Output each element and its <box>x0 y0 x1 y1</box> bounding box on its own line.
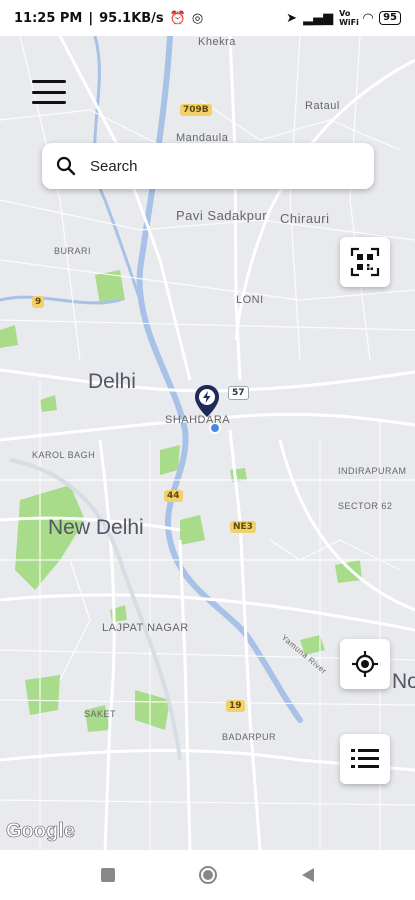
road-shield-ne3: NE3 <box>230 521 256 533</box>
map-label-badarpur: BADARPUR <box>222 732 277 742</box>
map-label-rataul: Rataul <box>305 100 340 112</box>
search-input[interactable] <box>88 156 352 176</box>
status-bar: 11:25 PM | 95.1KB/s ⏰ ◎ ➤ ▂▄▆ Vo WiFi ◠ … <box>0 0 415 36</box>
network-label: Vo WiFi <box>339 9 359 27</box>
circle-icon <box>198 866 217 884</box>
road-shield-9: 9 <box>32 296 45 308</box>
system-nav-bar <box>0 850 415 900</box>
map-label-loni: LONI <box>236 294 264 306</box>
road-shield-57: 57 <box>228 386 249 400</box>
map-label-lajpat-nagar: LAJPAT NAGAR <box>102 622 189 634</box>
status-speed: 95.1KB/s <box>99 10 164 26</box>
google-attribution: Google <box>6 820 75 843</box>
map-label-new-delhi: New Delhi <box>48 516 144 539</box>
my-location-icon <box>352 651 378 677</box>
my-location-button[interactable] <box>340 639 390 689</box>
map-label-burari: BURARI <box>54 246 92 256</box>
map-label-karol-bagh: KAROL BAGH <box>32 450 96 460</box>
road-shield-44: 44 <box>164 490 183 502</box>
alarm-icon: ⏰ <box>169 10 186 26</box>
whatsapp-icon: ◎ <box>191 10 204 26</box>
map-label-saket: SAKET <box>84 709 117 719</box>
map-label-khekra: Khekra <box>198 36 236 48</box>
qr-scan-icon <box>350 247 380 277</box>
search-icon <box>56 156 76 176</box>
map-label-delhi: Delhi <box>88 370 136 393</box>
map-label-sector62: SECTOR 62 <box>338 501 393 511</box>
hamburger-menu-icon[interactable] <box>32 80 66 104</box>
location-arrow-icon: ➤ <box>286 10 298 26</box>
back-button[interactable] <box>293 860 323 890</box>
battery-indicator: 95 <box>379 11 401 25</box>
signal-icon: ▂▄▆ <box>303 10 334 26</box>
qr-scan-button[interactable] <box>340 237 390 287</box>
wifi-icon: ◠ <box>363 10 374 26</box>
square-icon <box>100 868 115 882</box>
road-shield-709b: 709B <box>180 104 212 116</box>
map-label-noida: Noi <box>392 670 415 693</box>
map-label-chirauri: Chirauri <box>280 211 330 226</box>
map-label-pavi-sadakpur: Pavi Sadakpur <box>176 208 268 223</box>
search-bar[interactable] <box>42 143 374 189</box>
map-label-indirapuram: INDIRAPURAM <box>338 466 407 476</box>
charging-station-pin-icon[interactable] <box>193 383 221 426</box>
list-icon <box>351 749 379 768</box>
home-button[interactable] <box>193 860 223 890</box>
recents-button[interactable] <box>93 860 123 890</box>
back-triangle-icon <box>301 868 314 882</box>
status-time: 11:25 PM <box>14 10 83 26</box>
road-shield-19: 19 <box>226 700 245 712</box>
list-view-button[interactable] <box>340 734 390 784</box>
